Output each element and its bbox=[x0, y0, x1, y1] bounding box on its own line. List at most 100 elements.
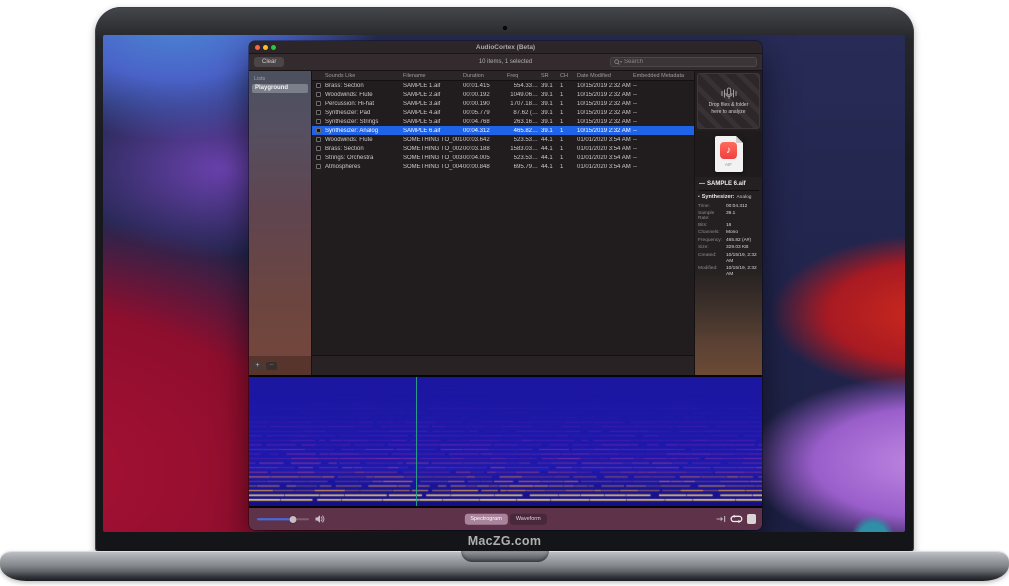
window-titlebar[interactable]: AudioCortex (Beta) bbox=[249, 41, 762, 54]
music-note-icon: ♪ bbox=[720, 142, 737, 159]
info-field: Sample Rate:39.1 bbox=[698, 211, 759, 221]
column-header[interactable]: SR bbox=[541, 73, 560, 79]
cell-freq: 554.33… bbox=[505, 83, 541, 89]
cell-sr: 44.1 bbox=[541, 155, 560, 161]
row-checkbox[interactable] bbox=[316, 137, 321, 142]
cell-date_modified: 01/01/2020 3:54 AM bbox=[577, 155, 633, 161]
column-header[interactable]: Filename bbox=[403, 73, 463, 79]
column-header[interactable]: Sounds Like bbox=[325, 73, 403, 79]
info-field: Time:00:04.312 bbox=[698, 204, 759, 210]
cell-sounds_like: Woodwinds: Flute bbox=[325, 92, 403, 98]
cell-freq: 1583.03… bbox=[505, 146, 541, 152]
right-panel: Drop files & folder here to analyze ♪ AI… bbox=[694, 71, 762, 375]
table-row[interactable]: Synthesizer: StringsSAMPLE 5.aif00:04.76… bbox=[312, 117, 694, 126]
category-label: Synthesizer: bbox=[702, 194, 735, 200]
table-row[interactable]: Synthesizer: AnalogSAMPLE 6.aif00:04.312… bbox=[312, 126, 694, 135]
column-header[interactable]: CH bbox=[560, 73, 577, 79]
table-row[interactable]: AtmospheresSOMETHING TO_004-4…00:00.8486… bbox=[312, 162, 694, 171]
row-checkbox[interactable] bbox=[316, 83, 321, 88]
cell-date_modified: 10/15/2019 2:32 AM bbox=[577, 128, 633, 134]
spectrogram-canvas[interactable] bbox=[249, 377, 762, 506]
cell-date_modified: 10/15/2019 2:32 AM bbox=[577, 110, 633, 116]
cell-filename: SOMETHING TO_004-4… bbox=[403, 164, 463, 170]
cell-filename: SAMPLE 6.aif bbox=[403, 128, 463, 134]
file-type-label: AIF bbox=[725, 162, 732, 167]
cell-date_modified: 01/01/2020 3:54 AM bbox=[577, 164, 633, 170]
search-input[interactable] bbox=[624, 59, 753, 65]
cell-ch: 1 bbox=[560, 128, 577, 134]
drop-zone[interactable]: Drop files & folder here to analyze bbox=[697, 73, 760, 129]
volume-slider[interactable] bbox=[257, 515, 309, 524]
column-header[interactable]: Duration bbox=[463, 73, 505, 79]
row-checkbox[interactable] bbox=[316, 146, 321, 151]
remove-list-button[interactable]: − bbox=[266, 362, 277, 370]
playback-control-bar: SpectrogramWaveform bbox=[249, 508, 762, 530]
table-row[interactable]: Strings: OrchestraSOMETHING TO_003-4…00:… bbox=[312, 153, 694, 162]
cell-embedded_metadata: -- bbox=[633, 137, 694, 143]
speaker-icon[interactable] bbox=[315, 515, 325, 524]
row-checkbox[interactable] bbox=[316, 155, 321, 160]
table-footer bbox=[312, 355, 694, 375]
cell-duration: 00:00.848 bbox=[463, 164, 505, 170]
row-checkbox[interactable] bbox=[316, 110, 321, 115]
table-row[interactable]: Brass: SectionSOMETHING TO_002-4…00:03.1… bbox=[312, 144, 694, 153]
info-filename-header[interactable]: — SAMPLE 6.aif bbox=[698, 180, 759, 191]
cell-sounds_like: Strings: Orchestra bbox=[325, 155, 403, 161]
info-field: Size:329.03 KB bbox=[698, 245, 759, 251]
bullet-icon: • bbox=[698, 194, 700, 200]
segment-spectrogram[interactable]: Spectrogram bbox=[464, 514, 508, 525]
cell-date_modified: 10/15/2019 2:32 AM bbox=[577, 101, 633, 107]
row-checkbox[interactable] bbox=[316, 101, 321, 106]
table-row[interactable]: Brass: SectionSAMPLE 1.aif00:01.415554.3… bbox=[312, 81, 694, 90]
aif-file-icon[interactable]: ♪ AIF bbox=[715, 136, 743, 172]
spectrogram-playhead[interactable] bbox=[416, 377, 417, 506]
view-mode-segmented-control: SpectrogramWaveform bbox=[464, 514, 546, 525]
cell-duration: 00:01.415 bbox=[463, 83, 505, 89]
cell-embedded_metadata: -- bbox=[633, 92, 694, 98]
sidebar-section-label: Lists bbox=[254, 76, 311, 82]
loop-icon[interactable] bbox=[730, 514, 743, 524]
file-info-panel: — SAMPLE 6.aif • Synthesizer: Analog Tim… bbox=[695, 177, 762, 375]
column-header[interactable]: Embedded Metadata bbox=[633, 73, 694, 79]
search-icon bbox=[614, 59, 622, 66]
add-list-button[interactable]: + bbox=[252, 362, 263, 370]
cell-sounds_like: Brass: Section bbox=[325, 83, 403, 89]
cell-duration: 00:03.642 bbox=[463, 137, 505, 143]
table-row[interactable]: Percussion: Hi-hatSAMPLE 3.aif00:00.1901… bbox=[312, 99, 694, 108]
page: AudioCortex (Beta) Clear 10 items, 1 sel… bbox=[0, 0, 1009, 586]
cell-duration: 00:03.188 bbox=[463, 146, 505, 152]
table-row[interactable]: Synthesizer: PadSAMPLE 4.aif00:05.77987.… bbox=[312, 108, 694, 117]
volume-knob[interactable] bbox=[290, 516, 297, 523]
sidebar-footer: + − bbox=[249, 356, 311, 375]
sidebar: Lists Playground + − bbox=[249, 71, 312, 375]
webcam-dot bbox=[503, 26, 507, 30]
category-value: Analog bbox=[736, 195, 751, 200]
segment-waveform[interactable]: Waveform bbox=[510, 514, 547, 525]
cell-freq: 87.62 (… bbox=[505, 110, 541, 116]
cell-freq: 695.79… bbox=[505, 164, 541, 170]
table-row[interactable]: Woodwinds: FluteSOMETHING TO_001-4…00:03… bbox=[312, 135, 694, 144]
clear-button[interactable]: Clear bbox=[254, 57, 284, 67]
row-checkbox[interactable] bbox=[316, 164, 321, 169]
cell-embedded_metadata: -- bbox=[633, 110, 694, 116]
row-checkbox[interactable] bbox=[316, 92, 321, 97]
stop-toggle-button[interactable] bbox=[747, 514, 757, 524]
info-field: Frequency:465.82 (A#) bbox=[698, 238, 759, 244]
cell-freq: 523.53… bbox=[505, 155, 541, 161]
table-row[interactable]: Woodwinds: FluteSAMPLE 2.aif00:00.192104… bbox=[312, 90, 694, 99]
cell-sr: 39.1 bbox=[541, 92, 560, 98]
search-field[interactable] bbox=[610, 57, 757, 67]
sidebar-item-playground[interactable]: Playground bbox=[252, 84, 308, 93]
cell-filename: SAMPLE 5.aif bbox=[403, 119, 463, 125]
skip-to-end-icon[interactable] bbox=[716, 515, 726, 523]
cell-sounds_like: Woodwinds: Flute bbox=[325, 137, 403, 143]
cell-sounds_like: Atmospheres bbox=[325, 164, 403, 170]
file-preview-section: ♪ AIF bbox=[695, 131, 762, 177]
toolbar: Clear 10 items, 1 selected bbox=[249, 54, 762, 71]
collapse-indicator[interactable]: — bbox=[699, 181, 705, 187]
transport-controls bbox=[716, 514, 757, 524]
column-header[interactable]: Date Modified bbox=[577, 73, 633, 79]
row-checkbox[interactable] bbox=[316, 119, 321, 124]
row-checkbox[interactable] bbox=[316, 128, 321, 133]
column-header[interactable]: Freq bbox=[505, 73, 541, 79]
